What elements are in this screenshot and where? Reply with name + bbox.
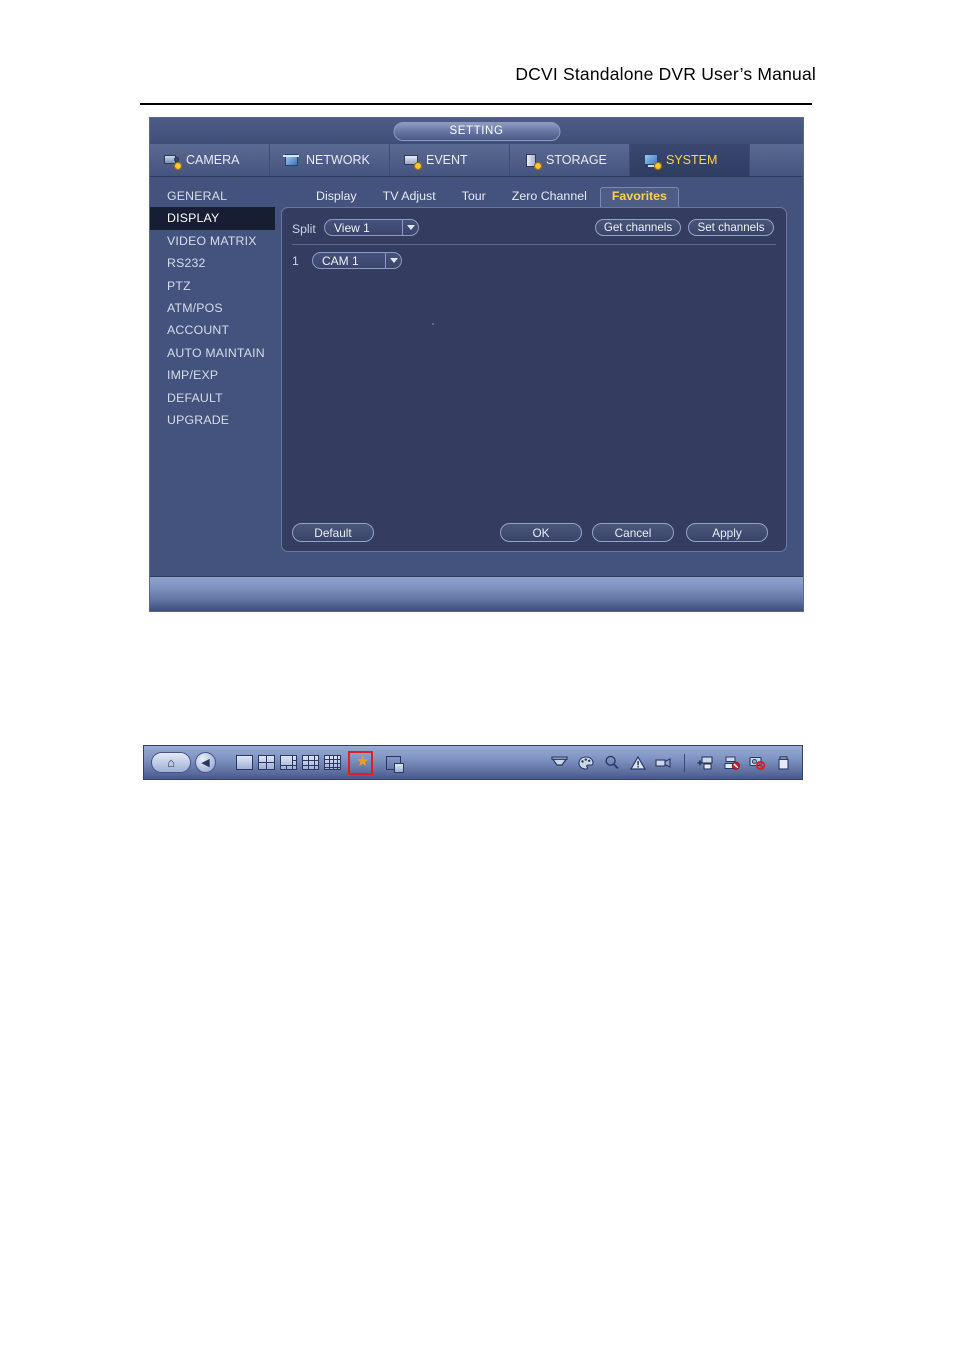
usb-device-icon[interactable]: [775, 755, 792, 771]
color-palette-icon[interactable]: [577, 755, 594, 771]
default-button[interactable]: Default: [292, 523, 374, 542]
dvr-setting-window: SETTING CAMERA NETWORK EVENT STORAGE SYS…: [149, 117, 804, 612]
event-icon: [404, 153, 422, 170]
nav-tab-camera[interactable]: CAMERA: [150, 144, 270, 176]
view-9-split-button[interactable]: [302, 755, 319, 770]
split-dropdown-value: View 1: [334, 220, 370, 235]
sidebar-menu: GENERAL DISPLAY VIDEO MATRIX RS232 PTZ A…: [150, 177, 275, 576]
camera-record-icon[interactable]: [655, 755, 672, 771]
favorites-star-icon-highlight: ★: [348, 750, 373, 775]
sub-tab-display[interactable]: Display: [303, 187, 370, 207]
dialog-footer-buttons: Default OK Cancel Apply: [292, 523, 776, 542]
sub-tab-favorites[interactable]: Favorites: [599, 187, 679, 207]
nav-tab-system-label: SYSTEM: [666, 153, 718, 167]
channel-row: 1 CAM 1: [292, 252, 776, 272]
toolbar-right-group: [551, 753, 802, 772]
nav-tab-event-label: EVENT: [426, 153, 468, 167]
view-4-split-button[interactable]: [258, 755, 275, 770]
split-row: Split View 1 Get channels Set channels: [292, 219, 776, 239]
network-icon: [283, 153, 301, 168]
sidebar-item-general[interactable]: GENERAL: [150, 185, 275, 207]
apply-button[interactable]: Apply: [686, 523, 768, 542]
network-disconnected-icon[interactable]: [723, 755, 740, 771]
chevron-down-icon: [385, 253, 401, 268]
sidebar-item-imp-exp[interactable]: IMP/EXP: [150, 364, 275, 386]
sidebar-item-upgrade[interactable]: UPGRADE: [150, 409, 275, 431]
ok-button[interactable]: OK: [500, 523, 582, 542]
view-1-split-button[interactable]: [236, 755, 253, 770]
set-channels-button[interactable]: Set channels: [688, 219, 774, 236]
sidebar-item-display[interactable]: DISPLAY: [150, 207, 275, 230]
channel-row-index: 1: [292, 254, 299, 268]
nav-tab-filler: [750, 144, 803, 176]
nav-tab-network-label: NETWORK: [306, 153, 370, 167]
chevron-down-icon: [402, 220, 418, 235]
sidebar-item-atm-pos[interactable]: ATM/POS: [150, 297, 275, 319]
picture-in-picture-icon[interactable]: [386, 755, 404, 773]
favorites-panel: Split View 1 Get channels Set channels 1: [281, 207, 787, 552]
sub-tab-tv-adjust[interactable]: TV Adjust: [370, 187, 449, 207]
system-icon: [644, 153, 662, 170]
nav-tab-event[interactable]: EVENT: [390, 144, 510, 176]
camera-icon: [164, 153, 182, 170]
view-16-split-button[interactable]: [324, 755, 341, 770]
channel-1-dropdown-value: CAM 1: [322, 253, 359, 268]
ptz-dome-icon[interactable]: [551, 755, 568, 771]
toolbar-split-buttons: ★: [236, 750, 404, 775]
sidebar-item-default[interactable]: DEFAULT: [150, 387, 275, 409]
home-icon[interactable]: ⌂: [151, 752, 191, 773]
disk-error-icon[interactable]: [749, 755, 766, 771]
document-header-title: DCVI Standalone DVR User’s Manual: [515, 64, 816, 84]
nav-tab-network[interactable]: NETWORK: [270, 144, 390, 176]
favorites-star-icon[interactable]: ★: [356, 754, 369, 769]
sidebar-item-account[interactable]: ACCOUNT: [150, 319, 275, 341]
toolbar-separator: [684, 753, 685, 772]
panel-divider: [292, 244, 776, 245]
sub-tab-tour[interactable]: Tour: [449, 187, 499, 207]
header-divider-rule: [140, 103, 812, 105]
sidebar-item-video-matrix[interactable]: VIDEO MATRIX: [150, 230, 275, 252]
channel-1-dropdown[interactable]: CAM 1: [312, 252, 402, 269]
sidebar-item-rs232[interactable]: RS232: [150, 252, 275, 274]
view-6-split-button[interactable]: [280, 755, 297, 770]
panel-artifact-dot: [432, 323, 434, 325]
cancel-button[interactable]: Cancel: [592, 523, 674, 542]
sub-tab-zero-channel[interactable]: Zero Channel: [499, 187, 600, 207]
dvr-window-body: GENERAL DISPLAY VIDEO MATRIX RS232 PTZ A…: [150, 177, 803, 576]
split-label: Split: [292, 222, 316, 236]
dvr-bottom-toolbar: ⌂ ◀ ★: [143, 745, 803, 780]
add-remote-device-icon[interactable]: [697, 755, 714, 771]
back-arrow-icon[interactable]: ◀: [195, 752, 216, 773]
window-titlebar: SETTING: [150, 118, 803, 144]
window-bottom-strip: [150, 576, 803, 611]
nav-tab-system[interactable]: SYSTEM: [630, 144, 750, 176]
sidebar-item-auto-maintain[interactable]: AUTO MAINTAIN: [150, 342, 275, 364]
nav-tab-storage[interactable]: STORAGE: [510, 144, 630, 176]
zoom-search-icon[interactable]: [603, 755, 620, 771]
main-nav-tabs: CAMERA NETWORK EVENT STORAGE SYSTEM: [150, 144, 803, 177]
nav-tab-storage-label: STORAGE: [546, 153, 607, 167]
display-sub-tabs: Display TV Adjust Tour Zero Channel Favo…: [281, 185, 787, 207]
window-title: SETTING: [393, 122, 560, 141]
content-area: Display TV Adjust Tour Zero Channel Favo…: [275, 177, 803, 576]
get-channels-button[interactable]: Get channels: [595, 219, 681, 236]
alarm-warning-icon[interactable]: [629, 755, 646, 771]
nav-tab-camera-label: CAMERA: [186, 153, 240, 167]
storage-icon: [524, 153, 542, 170]
toolbar-left-group: ⌂ ◀ ★: [144, 750, 404, 775]
sidebar-item-ptz[interactable]: PTZ: [150, 275, 275, 297]
split-dropdown[interactable]: View 1: [324, 219, 419, 236]
